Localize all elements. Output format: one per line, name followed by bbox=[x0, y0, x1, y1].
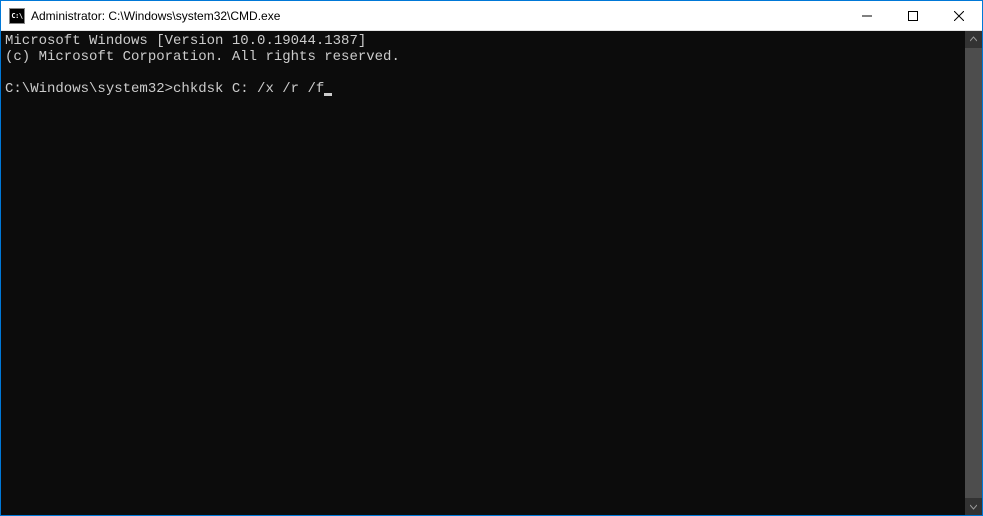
minimize-icon bbox=[862, 11, 872, 21]
chevron-up-icon bbox=[970, 36, 977, 43]
cmd-icon: C:\ bbox=[9, 8, 25, 24]
maximize-button[interactable] bbox=[890, 1, 936, 30]
close-button[interactable] bbox=[936, 1, 982, 30]
minimize-button[interactable] bbox=[844, 1, 890, 30]
console-banner-line1: Microsoft Windows [Version 10.0.19044.13… bbox=[5, 33, 366, 49]
maximize-icon bbox=[908, 11, 918, 21]
vertical-scrollbar[interactable] bbox=[965, 31, 982, 515]
text-cursor bbox=[324, 93, 332, 96]
scrollbar-track[interactable] bbox=[965, 48, 982, 498]
console-area: Microsoft Windows [Version 10.0.19044.13… bbox=[1, 31, 982, 515]
console-prompt: C:\Windows\system32> bbox=[5, 81, 173, 97]
close-icon bbox=[954, 11, 964, 21]
console-command: chkdsk C: /x /r /f bbox=[173, 81, 324, 97]
titlebar[interactable]: C:\ Administrator: C:\Windows\system32\C… bbox=[1, 1, 982, 31]
cmd-icon-label: C:\ bbox=[11, 12, 22, 20]
scrollbar-up-button[interactable] bbox=[965, 31, 982, 48]
terminal[interactable]: Microsoft Windows [Version 10.0.19044.13… bbox=[1, 31, 965, 515]
window-controls bbox=[844, 1, 982, 30]
chevron-down-icon bbox=[970, 503, 977, 510]
scrollbar-thumb[interactable] bbox=[965, 48, 982, 498]
window-title: Administrator: C:\Windows\system32\CMD.e… bbox=[31, 9, 844, 23]
scrollbar-down-button[interactable] bbox=[965, 498, 982, 515]
console-banner-line2: (c) Microsoft Corporation. All rights re… bbox=[5, 49, 400, 65]
cmd-window: C:\ Administrator: C:\Windows\system32\C… bbox=[1, 1, 982, 515]
